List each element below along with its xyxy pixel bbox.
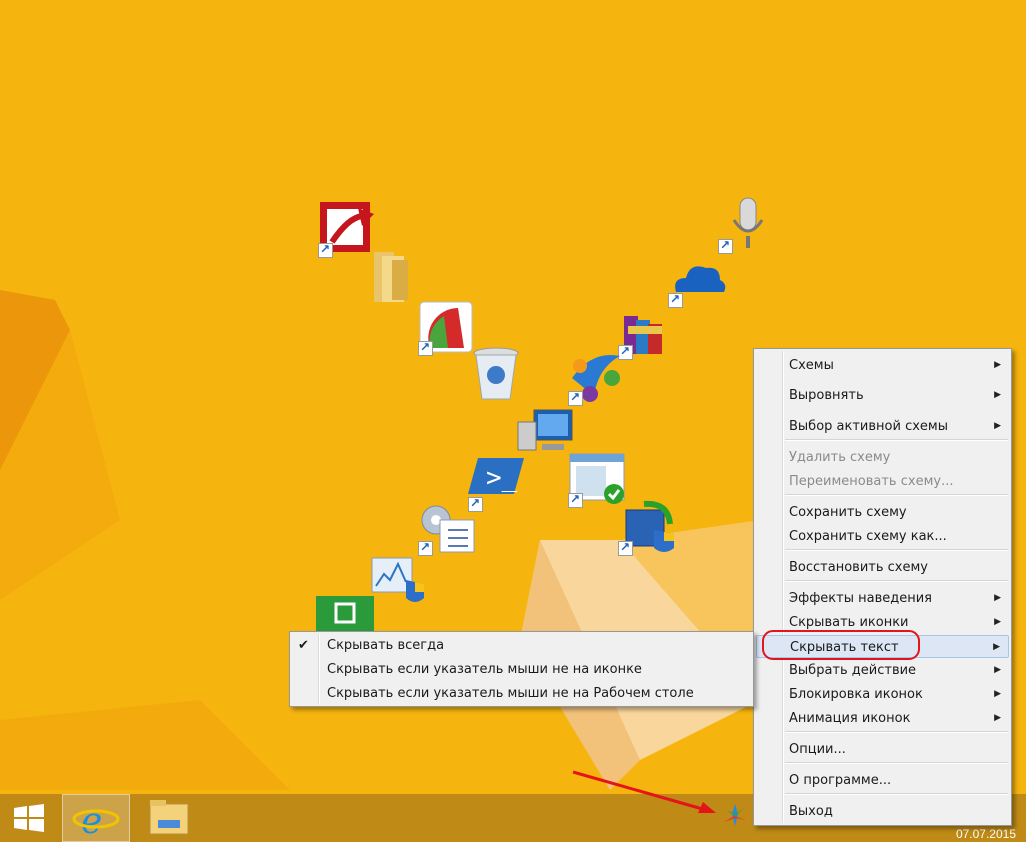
menu-separator xyxy=(785,731,1008,733)
people-app-icon[interactable] xyxy=(568,348,626,406)
folder-icon[interactable] xyxy=(366,246,424,304)
recycle-bin-icon[interactable] xyxy=(470,345,528,403)
menu-item-8[interactable]: Эффекты наведения ▶ xyxy=(756,587,1009,610)
submenu-arrow-icon: ▶ xyxy=(994,390,1001,400)
internet-explorer-icon: e xyxy=(72,801,120,842)
menu-item-0[interactable]: Схемы ▶ xyxy=(756,354,1009,377)
menu-separator xyxy=(785,762,1008,764)
start-button[interactable] xyxy=(0,794,58,842)
submenu-arrow-icon: ▶ xyxy=(994,665,1001,675)
menu-item-12[interactable]: Блокировка иконок ▶ xyxy=(756,683,1009,706)
resource-monitor-icon[interactable] xyxy=(368,552,426,610)
menu-item-label: Блокировка иконок xyxy=(789,687,923,702)
menu-item-label: Опции... xyxy=(789,742,846,757)
submenu-arrow-icon: ▶ xyxy=(993,642,1000,652)
internet-explorer-button[interactable]: e xyxy=(62,794,130,842)
menu-item-label: Схемы xyxy=(789,358,834,373)
menu-item-label: Анимация иконок xyxy=(789,711,911,726)
annotation-highlight-ring xyxy=(762,630,920,660)
submenu-arrow-icon: ▶ xyxy=(994,713,1001,723)
menu-item-label: Восстановить схему xyxy=(789,560,928,575)
powershell-icon[interactable]: >_ xyxy=(468,454,526,512)
menu-item-label: Выход xyxy=(789,804,833,819)
submenu-item-1[interactable]: Скрывать если указатель мыши не на иконк… xyxy=(292,658,751,682)
menu-item-5[interactable]: Сохранить схему xyxy=(756,501,1009,524)
winrar-icon[interactable] xyxy=(618,302,676,360)
menu-item-2[interactable]: Выбор активной схемы ▶ xyxy=(756,415,1009,438)
submenu-arrow-icon: ▶ xyxy=(994,593,1001,603)
onedrive-icon[interactable] xyxy=(668,250,726,308)
menu-item-16[interactable]: Выход xyxy=(756,800,1009,823)
menu-item-label: Выровнять xyxy=(789,388,864,403)
menu-item-label: Сохранить схему xyxy=(789,505,907,520)
submenu-item-label: Скрывать если указатель мыши не на Рабоч… xyxy=(327,686,694,701)
menu-separator xyxy=(785,439,1008,441)
menu-item-4: Переименовать схему... xyxy=(756,470,1009,493)
menu-item-11[interactable]: Выбрать действие ▶ xyxy=(756,659,1009,682)
menu-item-label: Переименовать схему... xyxy=(789,474,954,489)
menu-item-7[interactable]: Восстановить схему xyxy=(756,556,1009,579)
menu-item-13[interactable]: Анимация иконок ▶ xyxy=(756,707,1009,730)
file-explorer-icon xyxy=(149,800,189,835)
submenu-item-label: Скрывать всегда xyxy=(327,638,445,653)
menu-item-label: Сохранить схему как... xyxy=(789,529,947,544)
task-scheduler-icon[interactable] xyxy=(418,498,476,556)
submenu-arrow-icon: ▶ xyxy=(994,689,1001,699)
menu-separator xyxy=(785,549,1008,551)
menu-item-6[interactable]: Сохранить схему как... xyxy=(756,525,1009,548)
menu-item-3: Удалить схему xyxy=(756,446,1009,469)
menu-item-label: Эффекты наведения xyxy=(789,591,933,606)
submenu-arrow-icon: ▶ xyxy=(994,421,1001,431)
submenu-arrow-icon: ▶ xyxy=(994,360,1001,370)
menu-separator xyxy=(785,494,1008,496)
menu-separator xyxy=(785,580,1008,582)
menu-item-label: Выбор активной схемы xyxy=(789,419,948,434)
menu-item-1[interactable]: Выровнять ▶ xyxy=(756,384,1009,407)
menu-item-label: Скрывать иконки xyxy=(789,615,909,630)
fences-context-menu: Схемы ▶ Выровнять ▶ Выбор активной схемы ▶ Уда… xyxy=(753,348,1012,826)
microphone-icon[interactable] xyxy=(718,196,776,254)
gauge-app-icon[interactable] xyxy=(418,298,476,356)
start-icon xyxy=(14,804,44,832)
hide-text-submenu: ✔ Скрывать всегда Скрывать если указатель … xyxy=(289,631,754,707)
svg-text:e: e xyxy=(81,801,102,841)
submenu-item-label: Скрывать если указатель мыши не на иконк… xyxy=(327,662,642,677)
menu-item-14[interactable]: Опции... xyxy=(756,738,1009,761)
menu-item-label: Удалить схему xyxy=(789,450,891,465)
menu-item-label: О программе... xyxy=(789,773,892,788)
fences-tray-icon[interactable] xyxy=(722,802,748,828)
svg-text:>_: >_ xyxy=(486,463,518,493)
submenu-arrow-icon: ▶ xyxy=(994,617,1001,627)
menu-item-label: Выбрать действие xyxy=(789,663,917,678)
file-explorer-button[interactable] xyxy=(136,794,204,842)
menu-item-15[interactable]: О программе... xyxy=(756,769,1009,792)
menu-separator xyxy=(785,793,1008,795)
submenu-item-0[interactable]: ✔ Скрывать всегда xyxy=(292,634,751,658)
taskbar-date[interactable]: 07.07.2015 xyxy=(956,827,1016,841)
submenu-item-2[interactable]: Скрывать если указатель мыши не на Рабоч… xyxy=(292,682,751,706)
checkmark-icon: ✔ xyxy=(298,638,309,653)
system-restore-icon[interactable] xyxy=(618,498,676,556)
